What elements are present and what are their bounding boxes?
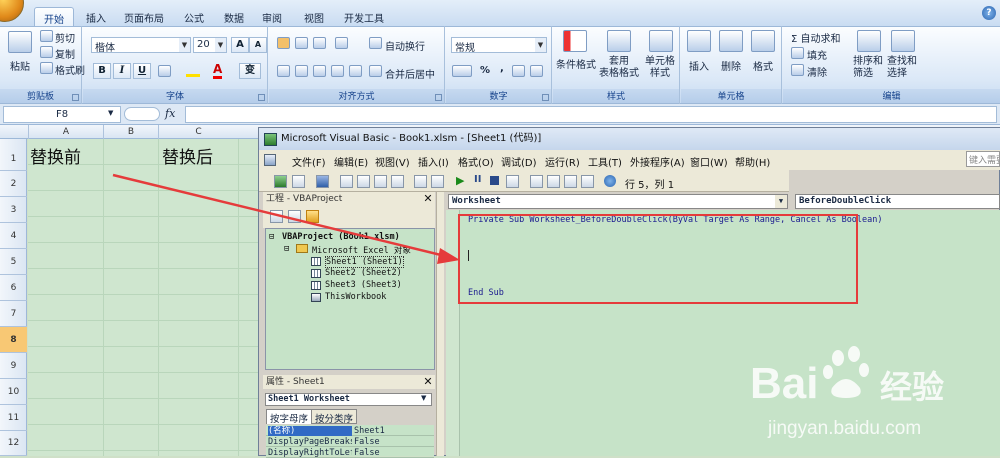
annotation-arrow	[112, 173, 460, 264]
